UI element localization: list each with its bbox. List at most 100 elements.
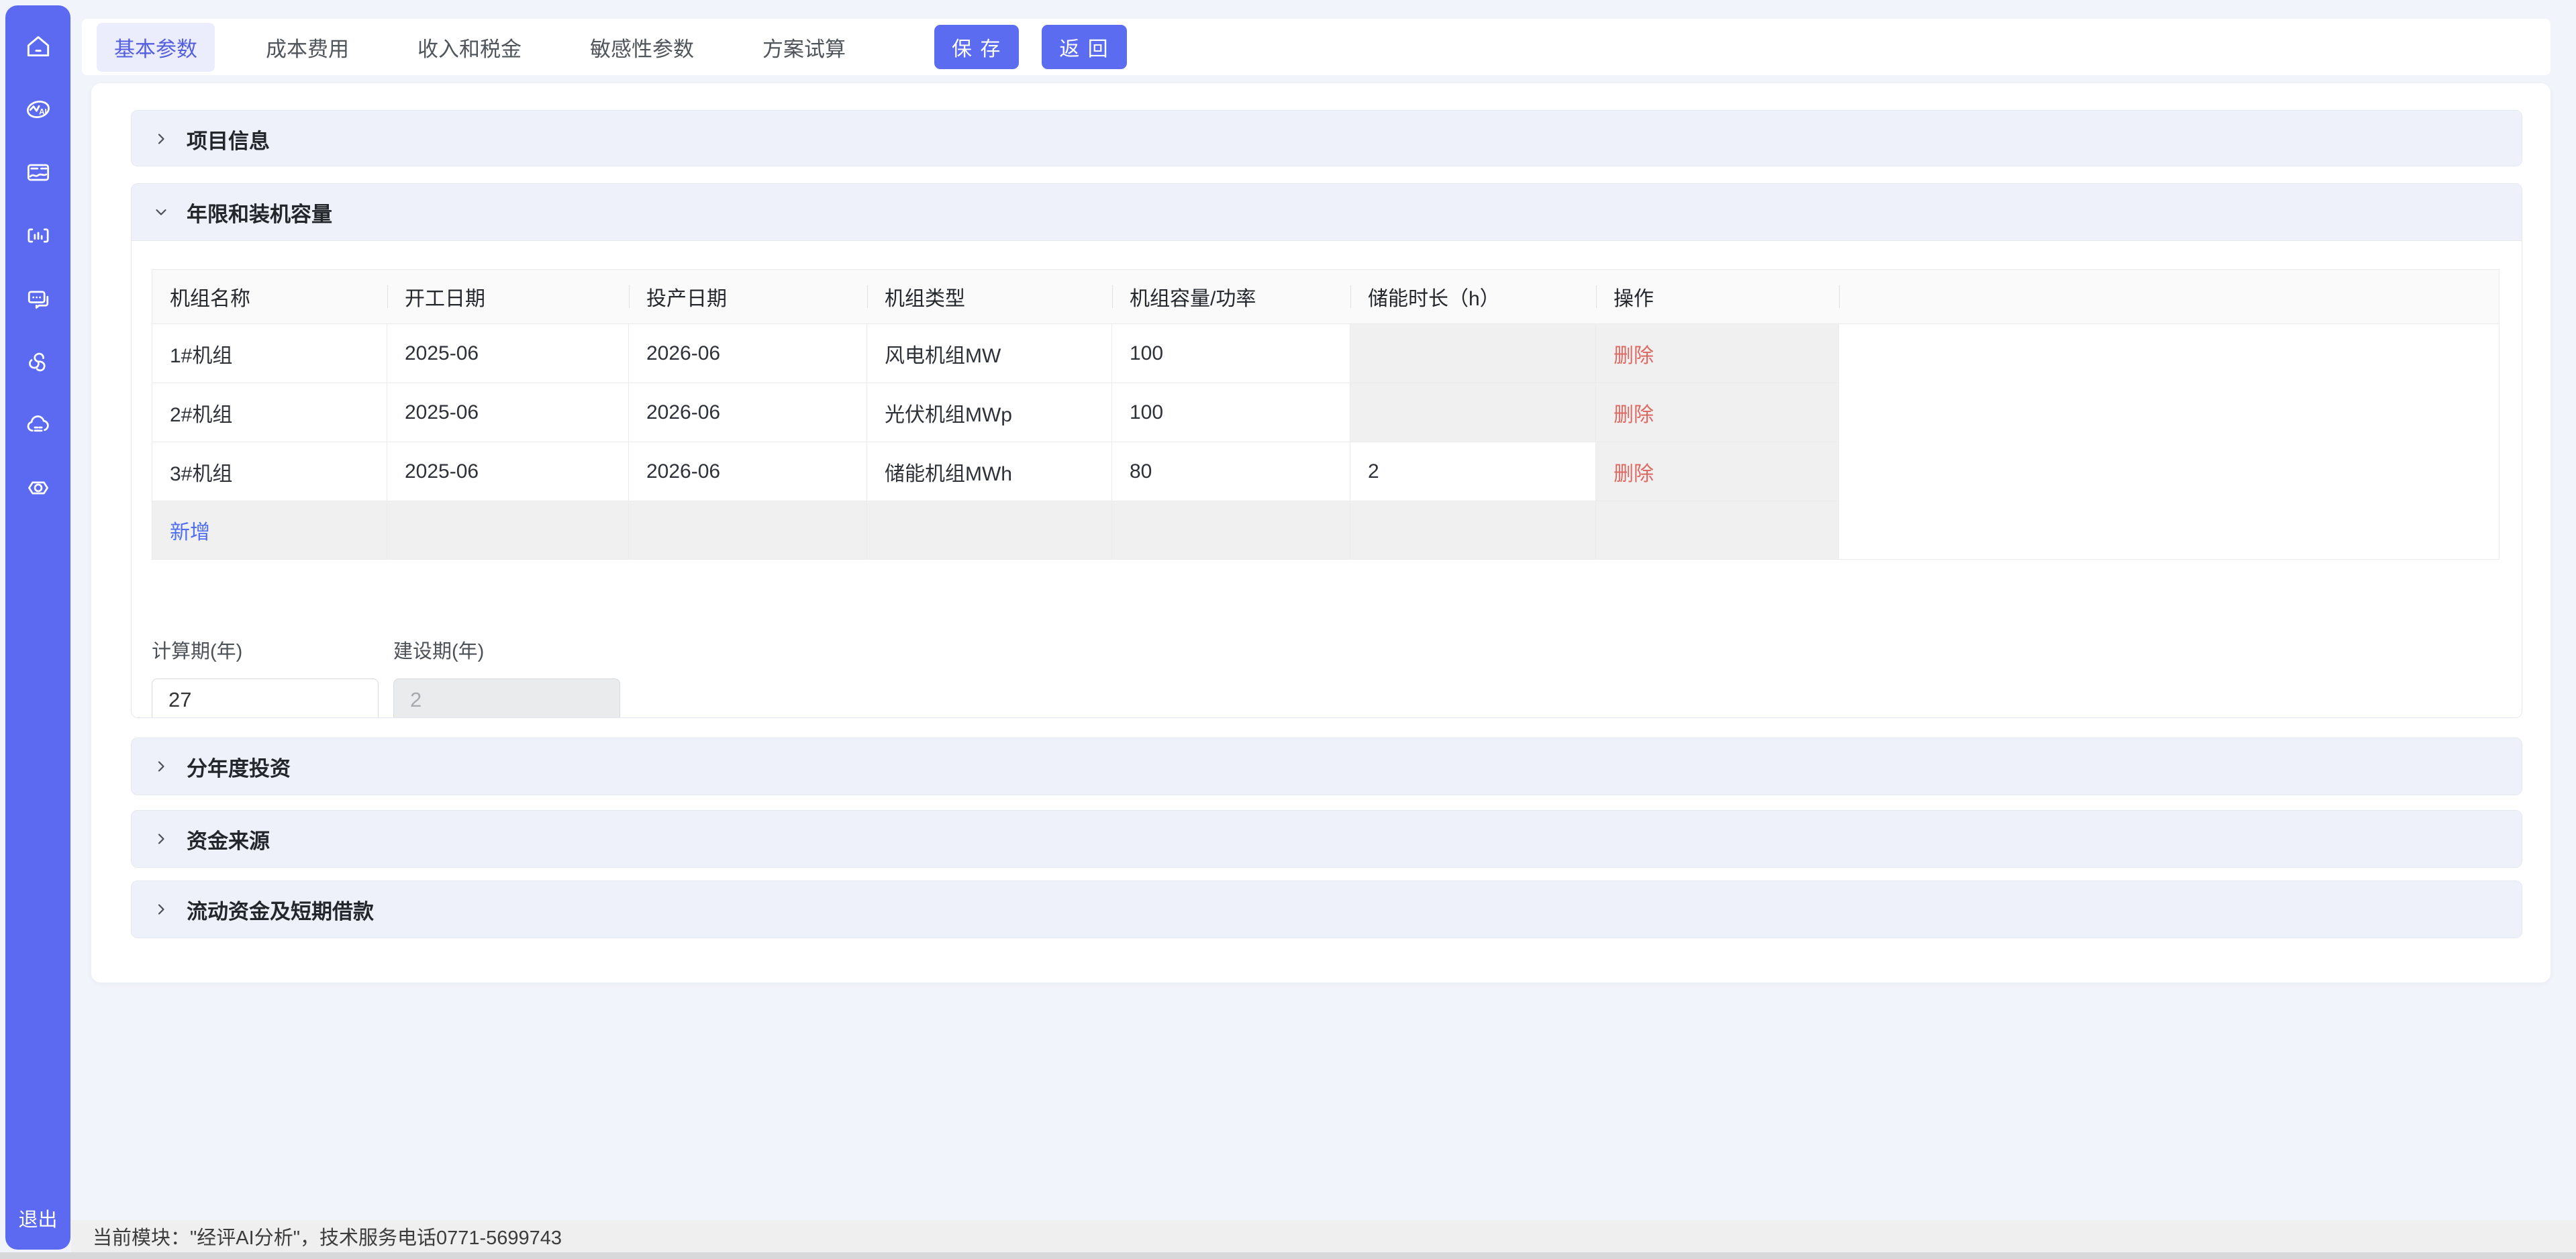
- cell-filler: [1839, 442, 2499, 501]
- cell-storage-duration-disabled: [1350, 324, 1596, 383]
- cell-actions: 删除: [1596, 442, 1839, 501]
- ai-analysis-icon[interactable]: AI: [23, 94, 54, 125]
- content-card: 项目信息 年限和装机容量 机组名称 开工日期 投产日期 机组类型: [91, 83, 2550, 983]
- exit-button[interactable]: 退出: [5, 1204, 70, 1232]
- section-title: 分年度投资: [187, 752, 291, 782]
- delete-link[interactable]: 删除: [1614, 457, 1654, 487]
- cell-start-date: 2025-06: [387, 383, 629, 442]
- status-text: 当前模块："经评AI分析"，技术服务电话0771-5699743: [93, 1222, 562, 1250]
- cell-add: 新增: [152, 501, 387, 559]
- table-add-row: 新增: [152, 501, 2499, 559]
- col-header-capacity: 机组容量/功率: [1112, 270, 1350, 323]
- cloud-report-icon[interactable]: [23, 409, 54, 440]
- section-capacity-header[interactable]: 年限和装机容量: [132, 184, 2522, 240]
- section-working-capital: 流动资金及短期借款: [131, 880, 2522, 938]
- tab-scheme-trial[interactable]: 方案试算: [745, 23, 863, 72]
- table-row: 1#机组 2025-06 2026-06 风电机组MW 100 删除: [152, 324, 2499, 383]
- sidebar: AI: [5, 5, 70, 1250]
- col-header-production-date: 投产日期: [629, 270, 867, 323]
- section-capacity-body: 机组名称 开工日期 投产日期 机组类型 机组容量/功率 储能时长（h） 操作 1…: [132, 240, 2522, 718]
- chevron-right-icon: [153, 131, 169, 147]
- cell-actions: 删除: [1596, 324, 1839, 383]
- units-table: 机组名称 开工日期 投产日期 机组类型 机组容量/功率 储能时长（h） 操作 1…: [152, 269, 2499, 560]
- construction-period-group: 建设期(年): [393, 636, 620, 718]
- cell-start-date: 2025-06: [387, 324, 629, 383]
- table-header-row: 机组名称 开工日期 投产日期 机组类型 机组容量/功率 储能时长（h） 操作: [152, 270, 2499, 324]
- save-button[interactable]: 保 存: [934, 25, 1019, 69]
- section-working-capital-header[interactable]: 流动资金及短期借款: [132, 881, 2522, 938]
- construction-period-label: 建设期(年): [393, 636, 620, 664]
- cell-empty: [867, 501, 1112, 559]
- table-row: 3#机组 2025-06 2026-06 储能机组MWh 80 2 删除: [152, 442, 2499, 501]
- cell-unit-name: 2#机组: [152, 383, 387, 442]
- section-project-info: 项目信息: [131, 110, 2522, 166]
- col-header-start-date: 开工日期: [387, 270, 629, 323]
- section-project-info-header[interactable]: 项目信息: [132, 111, 2522, 166]
- cell-actions: 删除: [1596, 383, 1839, 442]
- section-title: 年限和装机容量: [187, 197, 332, 228]
- image-chart-icon[interactable]: [23, 157, 54, 188]
- construction-period-input: [393, 678, 620, 718]
- cell-filler: [1839, 383, 2499, 442]
- delete-link[interactable]: 删除: [1614, 398, 1654, 427]
- col-header-storage-duration: 储能时长（h）: [1350, 270, 1596, 323]
- cell-empty: [629, 501, 867, 559]
- chevron-right-icon: [153, 831, 169, 847]
- back-button[interactable]: 返 回: [1042, 25, 1126, 69]
- cell-production-date: 2026-06: [629, 383, 867, 442]
- tab-basic-params[interactable]: 基本参数: [97, 23, 215, 72]
- delete-link[interactable]: 删除: [1614, 339, 1654, 368]
- cell-storage-duration: 2: [1350, 442, 1596, 501]
- home-icon[interactable]: [23, 31, 54, 62]
- section-funding-source: 资金来源: [131, 810, 2522, 868]
- section-title: 资金来源: [187, 824, 270, 854]
- cell-capacity: 100: [1112, 324, 1350, 383]
- cell-capacity: 80: [1112, 442, 1350, 501]
- period-fields: 计算期(年) 建设期(年): [152, 636, 620, 718]
- add-row-link[interactable]: 新增: [170, 515, 210, 545]
- messages-icon[interactable]: [23, 283, 54, 314]
- cell-empty: [1596, 501, 1839, 559]
- tab-income-tax[interactable]: 收入和税金: [400, 23, 539, 72]
- cell-unit-name: 1#机组: [152, 324, 387, 383]
- section-funding-source-header[interactable]: 资金来源: [132, 811, 2522, 867]
- cell-empty: [1112, 501, 1350, 559]
- cell-production-date: 2026-06: [629, 324, 867, 383]
- calc-period-group: 计算期(年): [152, 636, 379, 718]
- calc-period-label: 计算期(年): [152, 636, 379, 664]
- section-title: 流动资金及短期借款: [187, 895, 374, 925]
- section-annual-investment-header[interactable]: 分年度投资: [132, 738, 2522, 795]
- status-bar: 当前模块："经评AI分析"，技术服务电话0771-5699743: [71, 1220, 2576, 1252]
- cell-filler: [1839, 501, 2499, 559]
- tab-cost-expense[interactable]: 成本费用: [248, 23, 366, 72]
- cell-filler: [1839, 324, 2499, 383]
- page: AI: [0, 0, 2576, 1259]
- col-header-unit-name: 机组名称: [152, 270, 387, 323]
- col-header-unit-type: 机组类型: [867, 270, 1112, 323]
- section-capacity: 年限和装机容量 机组名称 开工日期 投产日期 机组类型 机组容量/功率 储能时长…: [131, 183, 2522, 718]
- cell-unit-type: 储能机组MWh: [867, 442, 1112, 501]
- horizontal-scrollbar[interactable]: [0, 1252, 2576, 1259]
- bar-chart-card-icon[interactable]: [23, 220, 54, 251]
- cell-unit-name: 3#机组: [152, 442, 387, 501]
- topbar: 基本参数 成本费用 收入和税金 敏感性参数 方案试算 保 存 返 回: [82, 19, 2550, 75]
- cell-unit-type: 光伏机组MWp: [867, 383, 1112, 442]
- cell-empty: [387, 501, 629, 559]
- chevron-down-icon: [153, 204, 169, 220]
- section-annual-investment: 分年度投资: [131, 738, 2522, 795]
- settings-hexagon-icon[interactable]: [23, 472, 54, 503]
- pinwheel-icon[interactable]: [23, 346, 54, 377]
- cell-empty: [1350, 501, 1596, 559]
- cell-start-date: 2025-06: [387, 442, 629, 501]
- svg-text:AI: AI: [39, 108, 47, 117]
- col-header-actions: 操作: [1596, 270, 1839, 323]
- col-header-filler: [1839, 270, 2499, 323]
- section-title: 项目信息: [187, 124, 270, 154]
- cell-capacity: 100: [1112, 383, 1350, 442]
- calc-period-input[interactable]: [152, 678, 379, 718]
- table-row: 2#机组 2025-06 2026-06 光伏机组MWp 100 删除: [152, 383, 2499, 442]
- cell-storage-duration-disabled: [1350, 383, 1596, 442]
- tab-sensitivity-params[interactable]: 敏感性参数: [573, 23, 711, 72]
- chevron-right-icon: [153, 758, 169, 774]
- chevron-right-icon: [153, 901, 169, 917]
